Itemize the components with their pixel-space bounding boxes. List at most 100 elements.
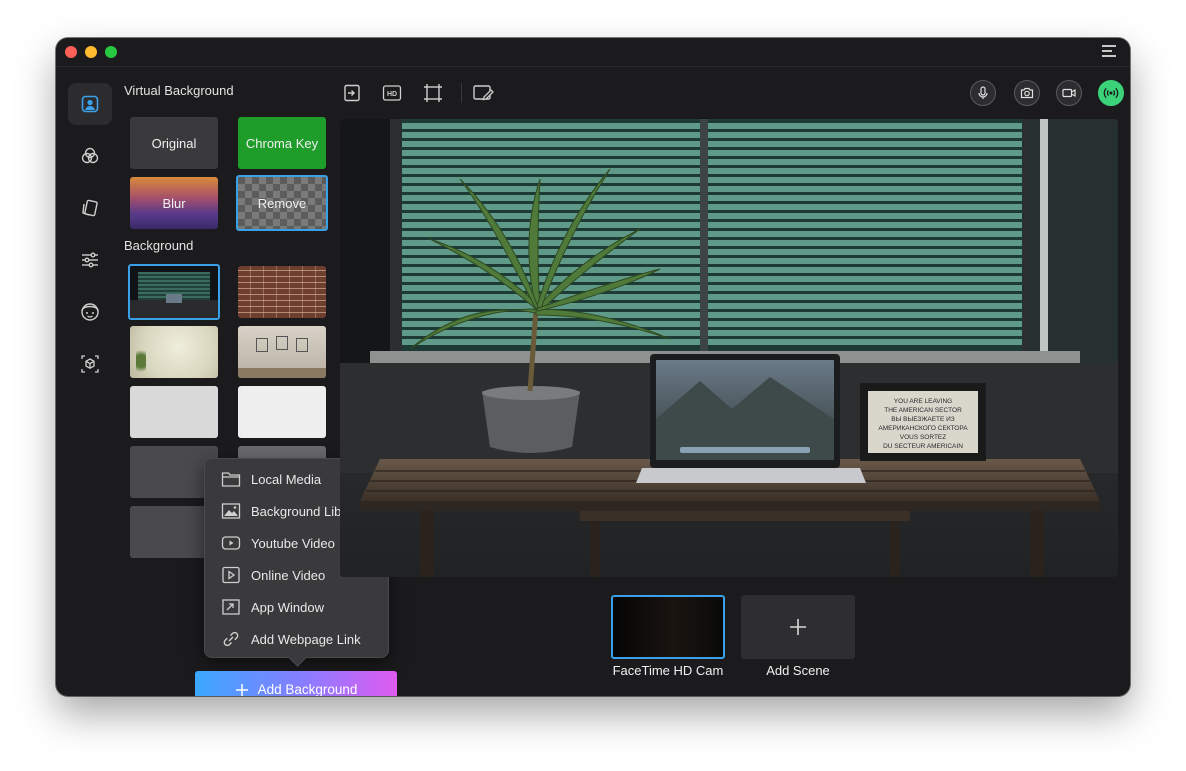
background-tile-plant-wall[interactable] [130,326,218,378]
scene-label: Add Scene [766,663,830,678]
crop-button[interactable] [422,82,444,104]
portrait-icon [81,95,99,113]
microphone-icon [978,86,988,99]
3d-box-icon [81,355,99,373]
menu-item-label: Add Webpage Link [251,631,361,647]
camera-icon [1020,87,1034,99]
sidebar [56,67,126,696]
add-background-button[interactable]: Add Background [195,671,397,696]
blind-slat [402,132,1022,138]
svg-text:HD: HD [387,91,397,98]
sign-text-line: DU SECTEUR AMERICAIN [883,443,963,450]
blind-slat [402,150,1022,156]
video-camera-icon [1062,88,1076,98]
menu-item-label: Local Media [251,471,322,487]
blind-slat [402,285,1022,291]
hd-icon: HD [382,85,402,101]
blind-slat [402,177,1022,183]
vb-option-chroma-key[interactable]: Chroma Key [238,117,326,169]
sidebar-item-stickers[interactable] [68,187,112,229]
blind-slat [402,321,1022,327]
scene-thumbnail-facetime[interactable] [611,595,725,659]
background-tile-frames-wall[interactable] [238,326,326,378]
blind-slat [402,294,1022,300]
add-background-label: Add Background [257,682,358,696]
zoom-window-button[interactable] [105,46,117,58]
import-icon [344,84,360,102]
go-live-button[interactable] [1098,80,1124,106]
background-title: Background [124,238,194,253]
crop-icon [424,84,442,102]
background-panel: Virtual Background Original Chroma Key B… [124,67,397,696]
menu-item-local-media[interactable]: Local Media [221,468,321,490]
blind-slat [402,240,1022,246]
hd-button[interactable]: HD [381,82,403,104]
menu-item-label: Online Video [251,567,326,583]
add-scene-button[interactable] [741,595,855,659]
menu-item-add-webpage-link[interactable]: Add Webpage Link [221,628,361,650]
menu-item-label: App Window [251,599,324,615]
vb-option-original[interactable]: Original [130,117,218,169]
sign-text-line: THE AMERICAN SECTOR [884,407,962,414]
blind-slat [402,123,1022,129]
microphone-button[interactable] [970,80,996,106]
broadcast-icon [1103,87,1119,99]
blind-slat [402,339,1022,345]
sign-text-line: YOU ARE LEAVING [894,398,952,405]
edit-icon [473,85,494,101]
vb-option-label: Chroma Key [245,135,319,151]
app-window-icon [222,599,240,615]
blind-slat [402,213,1022,219]
sidebar-item-adjustments[interactable] [68,239,112,281]
sidebar-item-filters[interactable] [68,135,112,177]
folder-icon [221,472,241,487]
menu-item-online-video[interactable]: Online Video [221,564,325,586]
camera-preview: YOU ARE LEAVING THE AMERICAN SECTOR ВЫ ВЫЕ… [340,119,1118,577]
close-window-button[interactable] [65,46,77,58]
hamburger-menu-icon[interactable] [1102,45,1116,59]
blind-slat [402,204,1022,210]
vb-option-blur[interactable]: Blur [130,177,218,229]
avatar-icon [81,303,99,321]
import-button[interactable] [341,82,363,104]
vb-option-label: Original [151,135,197,151]
background-tile-white-wall[interactable] [130,386,218,438]
title-bar [56,38,1130,67]
background-tile-brick[interactable] [238,266,326,318]
blind-slat [402,330,1022,336]
plus-icon [790,619,806,635]
filters-icon [81,147,99,164]
sidebar-item-virtual-background[interactable] [68,83,112,125]
record-button[interactable] [1056,80,1082,106]
sidebar-item-avatar[interactable] [68,291,112,333]
vb-option-remove[interactable]: Remove [236,175,328,231]
preview-scene-image: YOU ARE LEAVING THE AMERICAN SECTOR ВЫ ВЫЕ… [340,119,1118,577]
popup-arrow [288,648,307,667]
minimize-window-button[interactable] [85,46,97,58]
blind-slat [402,303,1022,309]
app-window: Virtual Background Original Chroma Key B… [56,38,1130,696]
sign-text-line: ВЫ ВЫЕЗЖАЕТЕ ИЗ [891,416,955,423]
blind-slat [402,258,1022,264]
blind-slat [402,168,1022,174]
vb-option-label: Blur [162,195,186,211]
sidebar-item-3d[interactable] [68,343,112,385]
background-tile-room[interactable] [128,264,220,320]
plus-icon [235,683,248,696]
sign-text-line: АМЕРИКАНСКОГО СЕКТОРА [878,425,968,432]
blind-slat [402,141,1022,147]
menu-item-youtube-video[interactable]: Youtube Video [221,532,335,554]
toolbar-divider [461,83,462,103]
menu-item-app-window[interactable]: App Window [221,596,324,618]
link-icon [223,631,239,647]
play-icon [222,566,240,584]
vb-option-label: Remove [257,195,307,211]
snapshot-button[interactable] [1014,80,1040,106]
edit-button[interactable] [472,82,494,104]
background-tile-white-room[interactable] [238,386,326,438]
adjustments-icon [82,252,98,268]
blind-slat [402,249,1022,255]
blind-slat [402,186,1022,192]
scene-label: FaceTime HD Cam [612,663,724,678]
virtual-background-title: Virtual Background [124,83,234,98]
